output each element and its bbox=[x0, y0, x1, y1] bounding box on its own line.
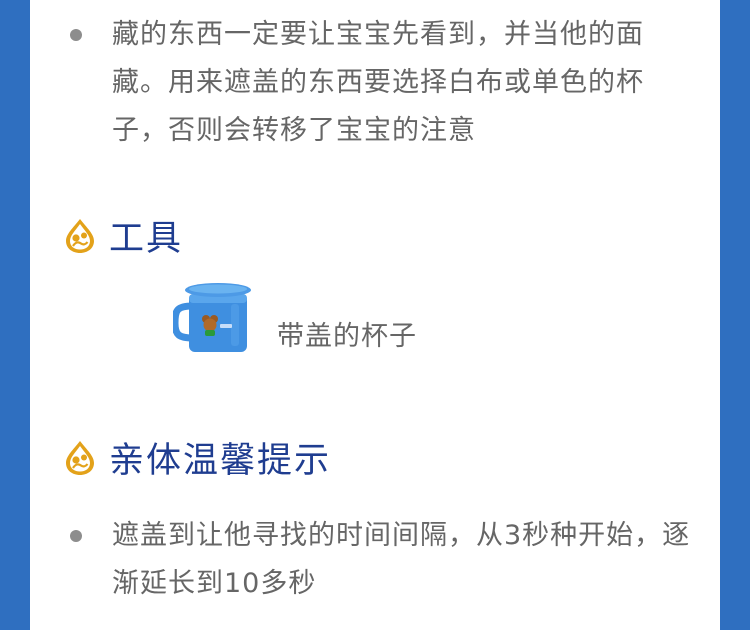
bullet-item-timing: 遮盖到让他寻找的时间间隔，从3秒种开始，逐渐延长到10多秒 bbox=[70, 512, 702, 608]
bullet-dot bbox=[70, 29, 82, 41]
bullet-dot bbox=[70, 530, 82, 542]
bullet-text: 藏的东西一定要让宝宝先看到，并当他的面藏。用来遮盖的东西要选择白布或单色的杯子，… bbox=[112, 19, 644, 146]
bullet-text: 遮盖到让他寻找的时间间隔，从3秒种开始，逐渐延长到10多秒 bbox=[112, 520, 691, 599]
drop-logo-icon bbox=[66, 440, 94, 475]
content-panel: 藏的东西一定要让宝宝先看到，并当他的面藏。用来遮盖的东西要选择白布或单色的杯子，… bbox=[30, 0, 720, 630]
section-title: 亲体温馨提示 bbox=[109, 441, 332, 481]
bullet-item-hiding: 藏的东西一定要让宝宝先看到，并当他的面藏。用来遮盖的东西要选择白布或单色的杯子，… bbox=[70, 11, 692, 155]
tool-item: 带盖的杯子 bbox=[173, 280, 417, 358]
section-heading-tools: 工具 bbox=[63, 210, 183, 261]
drop-logo-icon bbox=[66, 218, 94, 253]
tool-label: 带盖的杯子 bbox=[277, 320, 417, 352]
lidded-cup-image bbox=[173, 283, 251, 352]
section-title: 工具 bbox=[109, 219, 184, 259]
section-heading-tips: 亲体温馨提示 bbox=[63, 432, 331, 483]
